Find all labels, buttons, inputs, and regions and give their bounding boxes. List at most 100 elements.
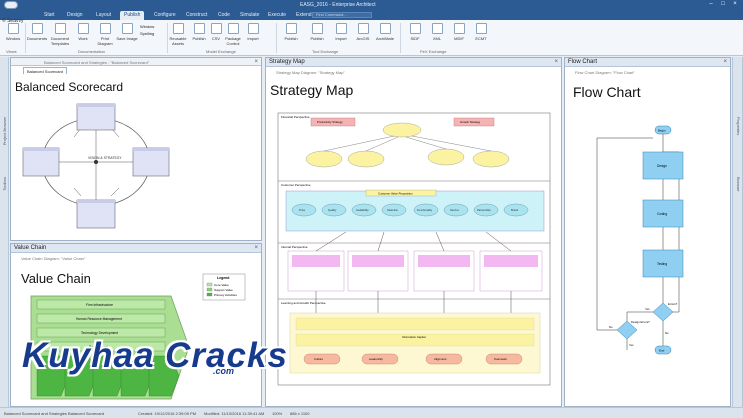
archimate-icon	[379, 23, 391, 34]
watermark-sub: .com	[213, 366, 235, 376]
reusable-assets-button[interactable]: Reusable Assets	[167, 23, 189, 46]
people-item: Alignment	[434, 357, 447, 361]
assets-icon	[172, 23, 184, 34]
window-small-button[interactable]: Window	[140, 24, 154, 29]
document-icon	[31, 23, 43, 34]
tab-publish[interactable]: Publish	[120, 11, 145, 20]
work-button[interactable]: Work	[72, 23, 94, 41]
status-size: 886 x 1100	[290, 411, 310, 416]
sidf-button[interactable]: SIDF	[404, 23, 426, 41]
xml-button[interactable]: XML	[426, 23, 448, 41]
group-label-documentation: Documentation	[78, 49, 105, 54]
toolbox-tab[interactable]: Toolbox	[2, 177, 7, 191]
maximize-icon[interactable]: □	[718, 1, 728, 8]
tab-layout[interactable]: Layout	[92, 11, 115, 20]
browser-tab[interactable]: Browser	[736, 177, 741, 192]
value-chain-pane: Value Chain × Value Chain Diagram: "Valu…	[10, 243, 262, 407]
flow-chart-pane: Flow Chart × Flow Chart Diagram: "Flow C…	[564, 57, 731, 407]
edge-label: No	[665, 331, 669, 335]
tab-code[interactable]: Code	[214, 11, 234, 20]
value-chain-diagram[interactable]: Legend Core Value Support Value Primary …	[11, 244, 263, 408]
value-item: Selection	[387, 208, 399, 212]
value-item: Quality	[328, 208, 337, 212]
sidf-icon	[409, 23, 421, 34]
legend-item: Primary Activities	[214, 293, 237, 297]
close-icon[interactable]: ×	[730, 1, 740, 8]
tab-construct[interactable]: Construct	[182, 11, 211, 20]
command-search-input[interactable]: Find Command...	[312, 12, 372, 18]
import-icon	[335, 23, 347, 34]
publish-icon	[311, 23, 323, 34]
group-label-views: Views	[6, 49, 17, 54]
xml-icon	[431, 23, 443, 34]
project-browser-tab[interactable]: Project Browser	[2, 117, 7, 145]
tab-start[interactable]: Start	[40, 11, 59, 20]
template-icon	[54, 23, 66, 34]
window-button[interactable]: Window	[2, 23, 24, 41]
edge-label: No	[609, 325, 613, 329]
lane-label: Customer Perspective	[281, 183, 311, 187]
tab-configure[interactable]: Configure	[150, 11, 180, 20]
archimate-button[interactable]: ArchiMate	[374, 23, 396, 41]
group-label-tool-exchange: Tool Exchange	[312, 49, 339, 54]
ecmt-button[interactable]: ECMT	[470, 23, 492, 41]
publish-exchange-button[interactable]: Publish	[306, 23, 328, 41]
package-icon	[227, 23, 239, 34]
mdif-button[interactable]: MDIF	[448, 23, 470, 41]
flow-node-end: End	[659, 349, 665, 353]
save-image-button[interactable]: Save Image	[116, 23, 138, 41]
minimize-icon[interactable]: –	[706, 1, 716, 8]
flow-node-errors: Errors?	[668, 302, 678, 306]
value-item: Partnership	[477, 208, 491, 212]
document-templates-button[interactable]: Document Templates	[49, 23, 71, 46]
edge-label: Yes	[645, 307, 650, 311]
publish-icon	[193, 23, 205, 34]
value-item: Functionality	[417, 208, 433, 212]
value-proposition-label: Customer Value Proposition	[378, 192, 413, 196]
tab-execute[interactable]: Execute	[264, 11, 290, 20]
balanced-scorecard-diagram[interactable]: VISION & STRATEGY	[11, 58, 263, 242]
tab-design[interactable]: Design	[63, 11, 87, 20]
package-control-button[interactable]: Package Control	[222, 23, 244, 46]
left-dock-strip: Project Browser Toolbox	[0, 57, 9, 407]
status-modified: Modified: 11/10/2016 11:39:41 AM	[204, 411, 265, 416]
import-button[interactable]: Import	[242, 23, 264, 41]
window-title: EASG_2016 - Enterprise Architect	[300, 2, 376, 8]
flow-node-coding: Coding	[657, 212, 667, 216]
ribbon-subnote: © Seavvy	[2, 18, 24, 24]
group-label-model-exchange: Model Exchange	[206, 49, 236, 54]
documents-button[interactable]: Documents	[26, 23, 48, 41]
strategy-map-pane: Strategy Map × Strategy Map Diagram: "St…	[265, 57, 562, 407]
info-capital-label: Information Capital	[402, 335, 426, 339]
right-dock-strip: Properties Browser	[732, 57, 743, 407]
ribbon-separator	[276, 23, 277, 53]
tab-simulate[interactable]: Simulate	[236, 11, 263, 20]
publish-tool-button[interactable]: Publish	[280, 23, 302, 41]
value-row: Human Resource Management	[76, 317, 122, 321]
value-item: Price	[299, 208, 306, 212]
save-image-icon	[121, 23, 133, 34]
legend-title: Legend	[217, 276, 229, 280]
ribbon-toolbar: Window Documents Document Templates Work…	[0, 20, 743, 56]
value-row: Firm Infrastructure	[86, 303, 113, 307]
arcgis-button[interactable]: ArcGIS	[352, 23, 374, 41]
properties-tab[interactable]: Properties	[736, 117, 741, 135]
import-exchange-button[interactable]: Import	[330, 23, 352, 41]
status-diagram: Balanced Scorecard and Strategies Balanc…	[4, 411, 105, 416]
lane-label: Internal Perspective	[281, 245, 308, 249]
app-logo-icon	[4, 1, 18, 9]
print-diagram-button[interactable]: Print Diagram	[94, 23, 116, 46]
strategy-map-diagram[interactable]: Financial Perspective Customer Perspecti…	[266, 58, 563, 408]
spelling-small-button[interactable]: Spelling	[140, 31, 154, 36]
flow-node-design: Design	[657, 164, 667, 168]
arcgis-icon	[357, 23, 369, 34]
flow-chart-diagram[interactable]: Begin Design Coding Testing Errors? Desi…	[565, 58, 732, 408]
title-bar: EASG_2016 - Enterprise Architect – □ ×	[0, 0, 743, 10]
status-zoom[interactable]: 100%	[272, 411, 282, 416]
import-icon	[247, 23, 259, 34]
status-bar: Balanced Scorecard and Strategies Balanc…	[0, 407, 743, 418]
watermark-text: Kuyhaa Cracks	[22, 336, 288, 375]
value-item: Availability	[356, 208, 369, 212]
lane-label: Financial Perspective	[281, 115, 310, 119]
value-item: Service	[450, 208, 459, 212]
